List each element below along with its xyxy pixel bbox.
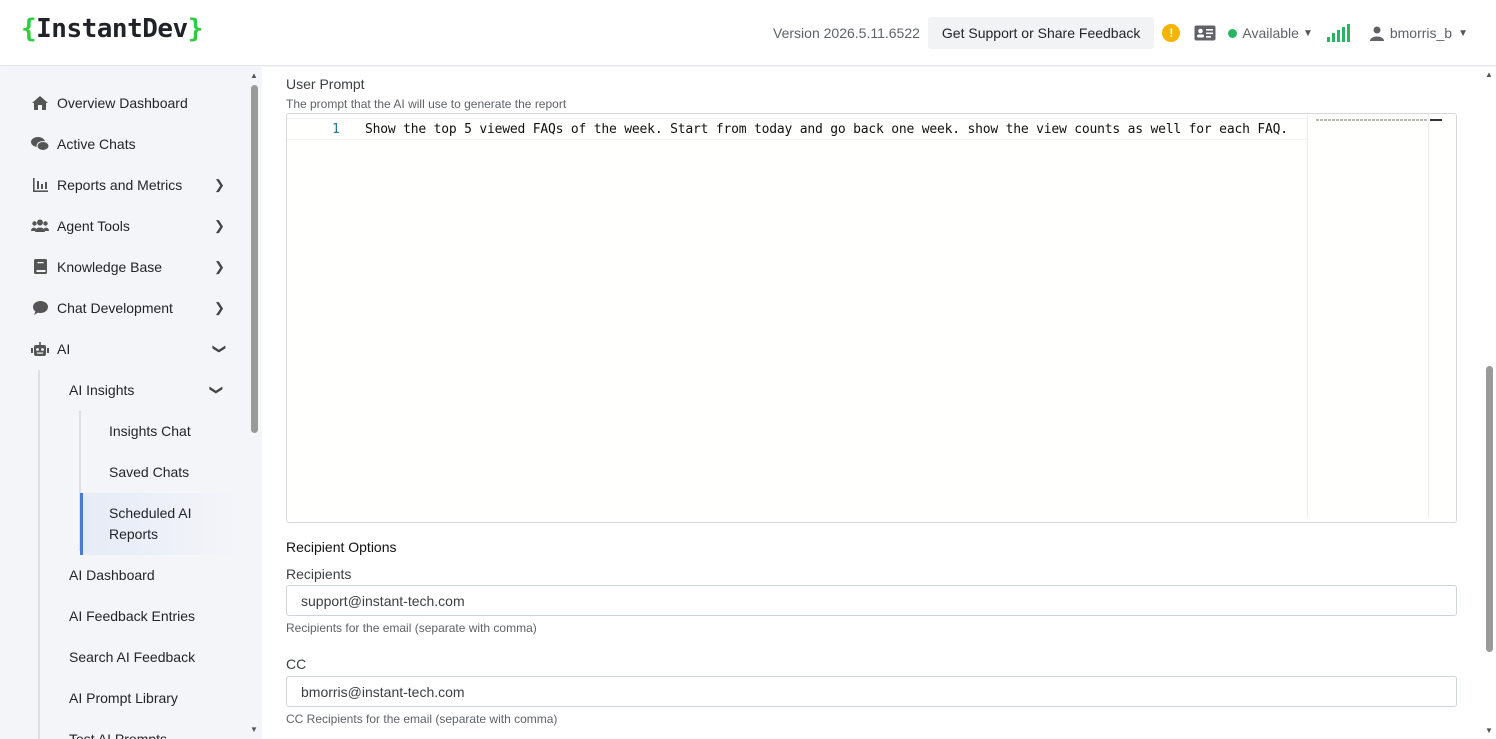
cc-hint: CC Recipients for the email (separate wi… <box>286 712 558 726</box>
sidebar-scrollbar-thumb[interactable] <box>251 85 258 433</box>
scroll-down-arrow-icon[interactable]: ▼ <box>1485 726 1493 735</box>
home-icon <box>31 95 49 111</box>
chevron-right-icon: ❯ <box>214 258 225 274</box>
chevron-down-icon: ▼ <box>1458 27 1468 39</box>
user-prompt-hint: The prompt that the AI will use to gener… <box>286 97 567 111</box>
recipients-input[interactable]: support@instant-tech.com <box>286 585 1457 616</box>
sidebar-item-active-chats[interactable]: Active Chats <box>0 123 246 164</box>
app-logo[interactable]: {InstantDev} <box>21 14 203 44</box>
scroll-up-arrow-icon[interactable]: ▲ <box>1485 70 1493 79</box>
sidebar-item-ai-dashboard[interactable]: AI Dashboard <box>0 554 246 595</box>
username-label: bmorris_b <box>1389 25 1453 41</box>
availability-dropdown[interactable]: Available ▼ <box>1228 25 1313 41</box>
sidebar-item-ai[interactable]: AI ❯ <box>0 328 246 369</box>
minimap[interactable] <box>1316 119 1428 121</box>
editor-scrollbar[interactable] <box>1428 114 1429 518</box>
sidebar-item-insights-chat[interactable]: Insights Chat <box>0 410 246 451</box>
chevron-right-icon: ❯ <box>214 299 225 315</box>
sidebar-item-test-ai-prompts[interactable]: Test AI Prompts <box>0 718 246 739</box>
availability-label: Available <box>1242 25 1299 41</box>
prompt-code-editor[interactable]: 1 Show the top 5 viewed FAQs of the week… <box>286 113 1457 523</box>
support-feedback-button[interactable]: Get Support or Share Feedback <box>927 17 1155 49</box>
sidebar-item-search-ai-feedback[interactable]: Search AI Feedback <box>0 636 246 677</box>
robot-icon <box>31 341 49 357</box>
sidebar-item-ai-feedback-entries[interactable]: AI Feedback Entries <box>0 595 246 636</box>
recipients-hint: Recipients for the email (separate with … <box>286 621 537 635</box>
minimap-divider <box>1307 114 1308 518</box>
top-header: {InstantDev} Version 2026.5.11.6522 Get … <box>0 0 1496 66</box>
prompt-text[interactable]: Show the top 5 viewed FAQs of the week. … <box>365 122 1288 137</box>
cc-input[interactable]: bmorris@instant-tech.com <box>286 676 1457 707</box>
book-icon <box>31 259 49 275</box>
chat-bubble-icon <box>31 300 49 316</box>
recipients-label: Recipients <box>286 566 352 582</box>
sidebar-item-agent-tools[interactable]: Agent Tools ❯ <box>0 205 246 246</box>
status-dot-icon <box>1228 28 1238 38</box>
sidebar-item-knowledge-base[interactable]: Knowledge Base ❯ <box>0 246 246 287</box>
chats-icon <box>31 136 49 152</box>
scroll-down-arrow-icon[interactable]: ▼ <box>250 725 258 734</box>
contact-card-icon[interactable] <box>1194 25 1216 41</box>
sidebar-item-overview-dashboard[interactable]: Overview Dashboard <box>0 82 246 123</box>
user-prompt-label: User Prompt <box>286 76 365 92</box>
alert-icon[interactable]: ! <box>1162 24 1181 42</box>
signal-strength-icon <box>1326 24 1350 42</box>
scroll-up-arrow-icon[interactable]: ▲ <box>250 71 258 80</box>
sidebar-item-scheduled-ai-reports[interactable]: Scheduled AI Reports <box>80 493 240 555</box>
cursor-marker <box>1430 119 1442 121</box>
chevron-right-icon: ❯ <box>214 176 225 192</box>
user-menu[interactable]: bmorris_b ▼ <box>1369 25 1468 41</box>
line-number: 1 <box>332 122 340 137</box>
recipient-options-heading: Recipient Options <box>286 539 397 555</box>
sidebar-item-chat-development[interactable]: Chat Development ❯ <box>0 287 246 328</box>
main-scrollbar-thumb[interactable] <box>1486 366 1493 652</box>
sidebar-item-ai-prompt-library[interactable]: AI Prompt Library <box>0 677 246 718</box>
cc-label: CC <box>286 656 307 672</box>
version-label: Version 2026.5.11.6522 <box>773 25 920 41</box>
chart-icon <box>31 177 49 193</box>
header-toolbar: Version 2026.5.11.6522 Get Support or Sh… <box>773 16 1496 50</box>
user-icon <box>1369 26 1384 41</box>
chevron-down-icon: ▼ <box>1302 27 1313 39</box>
sidebar-item-ai-insights[interactable]: AI Insights ❯ <box>0 369 246 410</box>
sidebar-item-saved-chats[interactable]: Saved Chats <box>0 451 246 492</box>
main-content: User Prompt The prompt that the AI will … <box>262 67 1484 739</box>
users-icon <box>31 218 49 234</box>
sidebar: Overview Dashboard Active Chats Reports … <box>0 67 262 739</box>
chevron-down-icon: ❯ <box>209 384 225 395</box>
chevron-down-icon: ❯ <box>212 343 228 354</box>
chevron-right-icon: ❯ <box>214 217 225 233</box>
sidebar-item-reports-and-metrics[interactable]: Reports and Metrics ❯ <box>0 164 246 205</box>
